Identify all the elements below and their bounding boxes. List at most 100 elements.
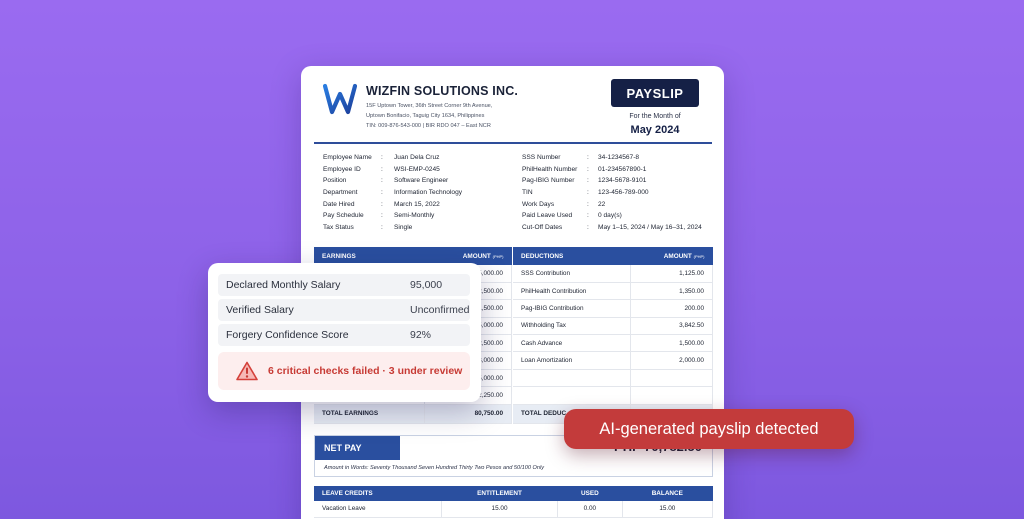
alert-text: 6 critical checks failed · 3 under revie… bbox=[268, 365, 463, 377]
leave-credits-table: LEAVE CREDITS ENTITLEMENT USED BALANCE Vaca… bbox=[314, 486, 714, 518]
deduction-amount: 200.00 bbox=[630, 299, 713, 318]
employee-info-right: SSS Number: 34-1234567-8 PhilHealth Number… bbox=[522, 152, 702, 233]
info-colon: : bbox=[587, 165, 589, 173]
info-row: Work Days: 22 bbox=[522, 198, 702, 210]
deduction-label: Cash Advance bbox=[513, 334, 632, 353]
period-label: For the Month of bbox=[629, 113, 681, 120]
deduction-label: Pag-IBIG Contribution bbox=[513, 299, 632, 318]
deductions-row: PhilHealth Contribution 1,350.00 bbox=[513, 282, 713, 301]
deductions-row: SSS Contribution 1,125.00 bbox=[513, 265, 713, 283]
info-colon: : bbox=[381, 177, 383, 185]
info-label: TIN bbox=[522, 189, 533, 197]
deductions-table: DEDUCTIONS AMOUNT (PHP) SSS Contribution… bbox=[513, 247, 713, 424]
company-logo-icon bbox=[323, 83, 357, 115]
net-pay-label: NET PAY bbox=[315, 436, 400, 460]
deduction-amount: 3,842.50 bbox=[630, 317, 713, 336]
deductions-row: Cash Advance 1,500.00 bbox=[513, 334, 713, 353]
info-colon: : bbox=[587, 189, 589, 197]
info-label: Date Hired bbox=[323, 200, 355, 208]
info-label: Paid Leave Used bbox=[522, 212, 573, 220]
deductions-row: Pag-IBIG Contribution 200.00 bbox=[513, 299, 713, 318]
info-colon: : bbox=[381, 189, 383, 197]
critical-checks-alert: 6 critical checks failed · 3 under revie… bbox=[218, 352, 470, 390]
deductions-row bbox=[513, 369, 713, 388]
info-row: Tax Status: Single bbox=[323, 222, 462, 234]
deduction-amount: 2,000.00 bbox=[630, 351, 713, 370]
info-value: 123-456-789-000 bbox=[598, 189, 649, 197]
forgery-score-row: Forgery Confidence Score 92% bbox=[218, 324, 470, 346]
info-row: Pay Schedule: Semi-Monthly bbox=[323, 210, 462, 222]
info-colon: : bbox=[381, 223, 383, 231]
info-row: Pag-IBIG Number: 1234-5678-9101 bbox=[522, 175, 702, 187]
deduction-label: Withholding Tax bbox=[513, 317, 632, 336]
deduction-label: PhilHealth Contribution bbox=[513, 282, 632, 301]
info-value: Information Technology bbox=[394, 189, 463, 197]
leave-cell: Vacation Leave bbox=[314, 501, 442, 518]
warning-icon bbox=[236, 361, 258, 381]
payslip-badge: PAYSLIP bbox=[611, 79, 699, 107]
verified-salary-row: Verified Salary Unconfirmed bbox=[218, 299, 470, 321]
info-label: Cut-Off Dates bbox=[522, 223, 563, 231]
deduction-amount: 1,350.00 bbox=[630, 282, 713, 301]
info-value: Juan Dela Cruz bbox=[394, 154, 440, 162]
info-label: PhilHealth Number bbox=[522, 165, 578, 173]
leave-cell: 15.00 bbox=[441, 501, 559, 518]
info-label: SSS Number bbox=[522, 154, 561, 162]
info-label: Department bbox=[323, 189, 358, 197]
info-value: May 1–15, 2024 / May 16–31, 2024 bbox=[598, 223, 702, 231]
info-row: SSS Number: 34-1234567-8 bbox=[522, 152, 702, 164]
deductions-row: Withholding Tax 3,842.50 bbox=[513, 317, 713, 336]
deductions-amount-header: AMOUNT (PHP) bbox=[630, 247, 713, 265]
info-label: Employee ID bbox=[323, 165, 361, 173]
info-row: Department: Information Technology bbox=[323, 187, 462, 199]
info-label: Position bbox=[323, 177, 347, 185]
deduction-label: Loan Amortization bbox=[513, 351, 632, 370]
info-row: Cut-Off Dates: May 1–15, 2024 / May 16–31… bbox=[522, 222, 702, 234]
info-colon: : bbox=[381, 154, 383, 162]
earnings-total: 80,750.00 bbox=[424, 404, 512, 424]
info-row: Date Hired: March 15, 2022 bbox=[323, 198, 462, 210]
company-address-line2: Uptown Bonifacio, Taguig City 1634, Phil… bbox=[366, 113, 485, 119]
info-value: 01-234567890-1 bbox=[598, 165, 647, 173]
deduction-amount bbox=[630, 386, 713, 405]
leave-header: USED bbox=[557, 486, 623, 501]
deduction-amount: 1,500.00 bbox=[630, 334, 713, 353]
info-row: PhilHealth Number: 01-234567890-1 bbox=[522, 164, 702, 176]
company-address-line1: 15F Uptown Tower, 36th Street Corner 9th… bbox=[366, 103, 493, 109]
info-value: March 15, 2022 bbox=[394, 200, 440, 208]
leave-header: LEAVE CREDITS bbox=[314, 486, 442, 501]
info-colon: : bbox=[381, 165, 383, 173]
info-value: 0 day(s) bbox=[598, 212, 622, 220]
info-value: Semi-Monthly bbox=[394, 212, 435, 220]
deduction-label: SSS Contribution bbox=[513, 265, 632, 283]
info-value: Single bbox=[394, 223, 413, 231]
leave-cell: 15.00 bbox=[622, 501, 714, 518]
period-month: May 2024 bbox=[630, 124, 680, 136]
info-value: Software Engineer bbox=[394, 177, 449, 185]
info-row: Paid Leave Used: 0 day(s) bbox=[522, 210, 702, 222]
info-colon: : bbox=[587, 223, 589, 231]
info-colon: : bbox=[381, 212, 383, 220]
leave-cell: 0.00 bbox=[557, 501, 623, 518]
info-row: Position: Software Engineer bbox=[323, 175, 462, 187]
employee-info-left: Employee Name: Juan Dela Cruz Employee ID:… bbox=[323, 152, 462, 233]
info-label: Tax Status bbox=[323, 223, 354, 231]
deductions-row: Loan Amortization 2,000.00 bbox=[513, 351, 713, 370]
info-row: Employee Name: Juan Dela Cruz bbox=[323, 152, 462, 164]
deduction-label bbox=[513, 369, 632, 388]
deduction-amount bbox=[630, 369, 713, 388]
earnings-total-label: TOTAL EARNINGS bbox=[314, 404, 426, 424]
leave-row: Vacation Leave 15.00 0.00 15.00 bbox=[314, 501, 714, 518]
info-row: Employee ID: WSI-EMP-0245 bbox=[323, 164, 462, 176]
info-label: Pay Schedule bbox=[323, 212, 364, 220]
info-value: WSI-EMP-0245 bbox=[394, 165, 440, 173]
deductions-row bbox=[513, 386, 713, 405]
company-name: WIZFIN SOLUTIONS INC. bbox=[366, 84, 519, 98]
net-pay-words: Amount in Words: Seventy Thousand Seven … bbox=[324, 465, 545, 471]
header-divider bbox=[314, 142, 712, 144]
ai-detected-badge: AI-generated payslip detected bbox=[564, 409, 854, 449]
info-colon: : bbox=[587, 200, 589, 208]
info-colon: : bbox=[381, 200, 383, 208]
info-colon: : bbox=[587, 212, 589, 220]
info-label: Work Days bbox=[522, 200, 555, 208]
